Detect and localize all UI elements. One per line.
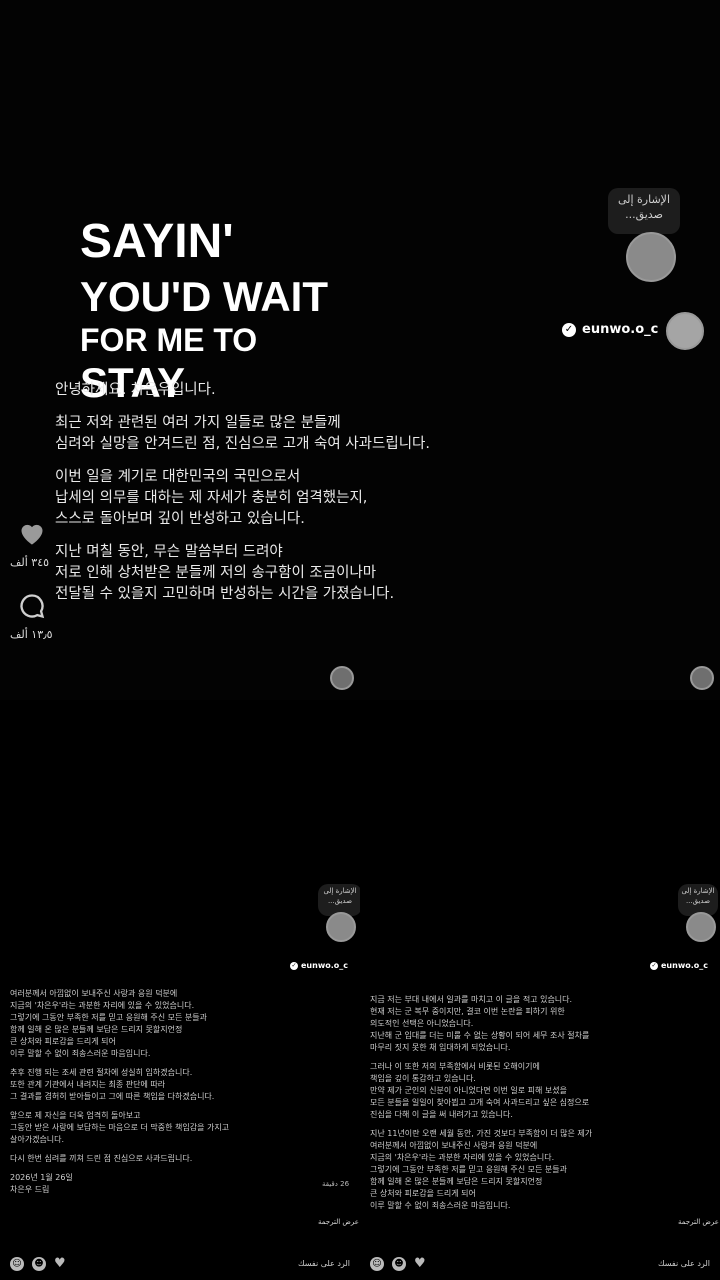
viewer-avatar[interactable]: [330, 666, 354, 690]
mention-friend-label: الإشارة إلى صديق...: [681, 887, 715, 905]
story-author[interactable]: ✓ eunwo.o_c: [562, 322, 658, 337]
paragraph: 다시 한번 심려를 끼쳐 드린 점 진심으로 사과드립니다.: [10, 1154, 193, 1163]
overlay-title: SAYIN' YOU'D WAIT FOR ME TO STAY: [80, 218, 328, 404]
author-avatar[interactable]: [666, 312, 704, 350]
paragraph: 2026년 1월 26일 차은우 드림: [10, 1173, 73, 1194]
username: eunwo.o_c: [582, 322, 659, 337]
mention-sticker-avatar[interactable]: [686, 912, 716, 942]
paragraph: 지금 저는 부대 내에서 일과를 마치고 이 글을 적고 있습니다. 현재 저는…: [370, 995, 590, 1052]
verified-check-icon: ✓: [650, 961, 658, 970]
top-story-panel: SAYIN' YOU'D WAIT FOR ME TO STAY الإشارة…: [0, 0, 720, 700]
mention-friend-label: الإشارة إلى صديق...: [617, 193, 671, 221]
paragraph: 지난 11년이란 오랜 세월 동안, 가진 것보다 부족함이 더 많은 제가 여…: [370, 1129, 593, 1210]
laugh-emoji-icon[interactable]: ☺: [10, 1256, 24, 1271]
heart-icon[interactable]: ♥: [414, 1256, 426, 1271]
paragraph: 여러분께서 아낌없이 보내주신 사랑과 응원 덕분에 지금의 '차은우'라는 과…: [10, 989, 207, 1058]
see-translation-link[interactable]: عرض الترجمة: [318, 1218, 359, 1226]
statement-text: 지금 저는 부대 내에서 일과를 마치고 이 글을 적고 있습니다. 현재 저는…: [370, 994, 705, 1219]
paragraph: 그러나 이 또한 저의 부족함에서 비롯된 오해이기에 책임을 깊이 통감하고 …: [370, 1062, 590, 1119]
viewer-avatar[interactable]: [690, 666, 714, 690]
statement-text: 여러분께서 아낌없이 보내주신 사랑과 응원 덕분에 지금의 '차은우'라는 과…: [10, 988, 340, 1203]
like-count: ٣٤٥ ألف: [10, 556, 50, 569]
right-story-panel: الإشارة إلى صديق... ✓ eunwo.o_c 지금 저는 부대…: [360, 860, 720, 1280]
see-translation-link[interactable]: عرض الترجمة: [678, 1218, 719, 1226]
overlay-line-2: YOU'D WAIT: [80, 273, 328, 320]
like-button[interactable]: [18, 520, 46, 546]
story-author[interactable]: ✓ eunwo.o_c: [650, 961, 708, 970]
heart-icon: [21, 524, 43, 545]
grin-emoji-icon[interactable]: ☻: [32, 1256, 46, 1271]
paragraph: 추후 진행 되는 조세 관련 절차에 성실히 임하겠습니다. 또한 관계 기관에…: [10, 1068, 215, 1101]
statement-text: 안녕하세요. 차은우입니다. 최근 저와 관련된 여러 가지 일들로 많은 분들…: [55, 380, 485, 617]
left-story-panel: الإشارة إلى صديق... ✓ eunwo.o_c 여러분께서 아낌…: [0, 860, 360, 1280]
mention-sticker-avatar[interactable]: [326, 912, 356, 942]
reply-input[interactable]: الرد على نفسك: [658, 1259, 710, 1268]
heart-icon[interactable]: ♥: [54, 1256, 66, 1271]
mention-friend-bubble[interactable]: الإشارة إلى صديق...: [608, 188, 680, 234]
overlay-line-1: SAYIN': [80, 215, 234, 268]
reply-bar: ☺ ☻ ♥ الرد على نفسك: [10, 1256, 350, 1271]
username: eunwo.o_c: [301, 961, 348, 970]
paragraph: 앞으로 제 자신을 더욱 엄격히 돌아보고 그동안 받은 사랑에 보답하는 마음…: [10, 1111, 230, 1144]
comment-button[interactable]: [18, 592, 46, 620]
paragraph: 이번 일을 계기로 대한민국의 국민으로서 납세의 의무를 대하는 제 자세가 …: [55, 469, 368, 527]
mention-sticker-avatar[interactable]: [626, 232, 676, 282]
laugh-emoji-icon[interactable]: ☺: [370, 1256, 384, 1271]
story-author[interactable]: ✓ eunwo.o_c: [290, 961, 348, 970]
grin-emoji-icon[interactable]: ☻: [392, 1256, 406, 1271]
comment-count: ١٣٫٥ ألف: [10, 628, 53, 641]
overlay-line-3: FOR ME TO: [80, 322, 258, 358]
paragraph: 지난 며칠 동안, 무슨 말씀부터 드려야 저로 인해 상처받은 분들께 저의 …: [55, 544, 395, 602]
reply-input[interactable]: الرد على نفسك: [298, 1259, 350, 1268]
paragraph: 최근 저와 관련된 여러 가지 일들로 많은 분들께 심려와 실망을 안겨드린 …: [55, 415, 430, 452]
reply-bar: ☺ ☻ ♥ الرد على نفسك: [370, 1256, 710, 1271]
mention-friend-label: الإشارة إلى صديق...: [323, 887, 357, 905]
paragraph: 안녕하세요. 차은우입니다.: [55, 382, 216, 398]
comment-icon: [20, 594, 45, 619]
verified-check-icon: ✓: [562, 322, 576, 337]
verified-check-icon: ✓: [290, 961, 298, 970]
username: eunwo.o_c: [661, 961, 708, 970]
post-time: 26 دقيقة: [322, 1180, 350, 1188]
